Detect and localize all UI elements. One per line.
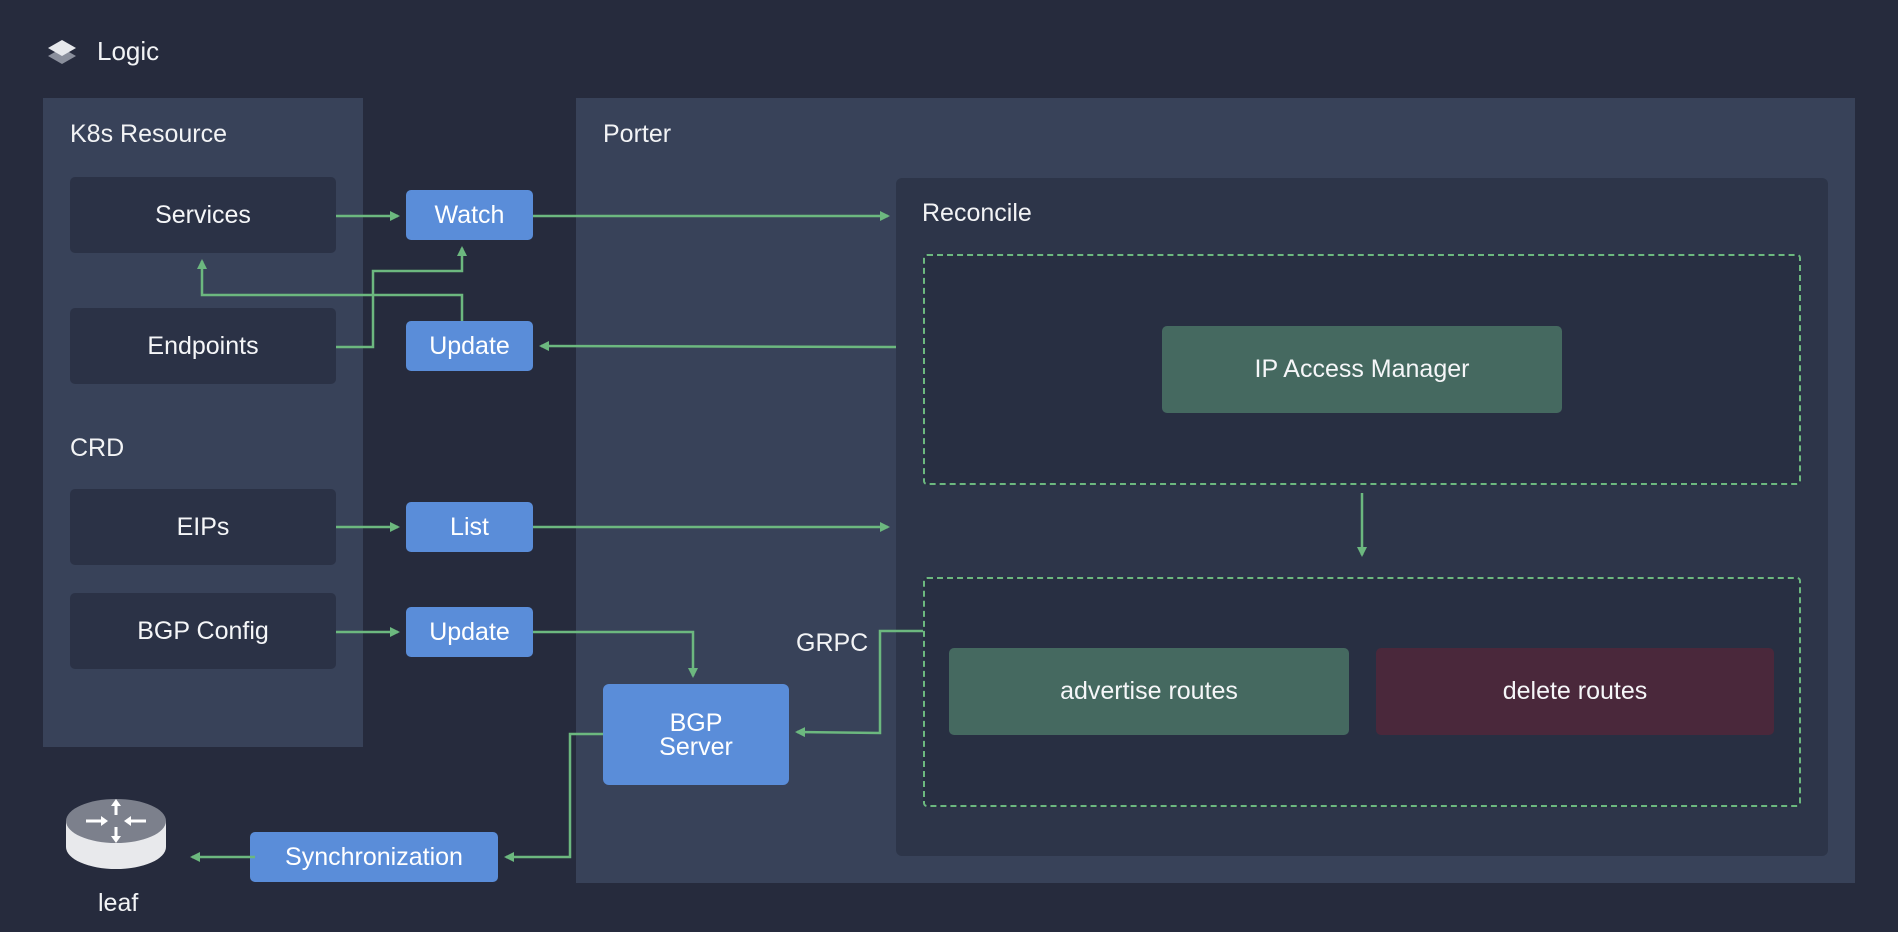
services-node[interactable]: Services — [70, 177, 336, 253]
layers-icon — [46, 38, 78, 68]
grpc-label: GRPC — [796, 629, 869, 657]
advertise-routes-node[interactable]: advertise routes — [949, 648, 1349, 735]
crd-title: CRD — [70, 434, 125, 462]
synchronization-button[interactable]: Synchronization — [250, 832, 498, 882]
page-title: Logic — [97, 36, 160, 66]
k8s-resource-title: K8s Resource — [70, 120, 228, 148]
watch-button[interactable]: Watch — [406, 190, 533, 240]
list-button[interactable]: List — [406, 502, 533, 552]
delete-routes-node[interactable]: delete routes — [1376, 648, 1774, 735]
bgp-config-node[interactable]: BGP Config — [70, 593, 336, 669]
bgp-server-label-line1: BGP — [669, 708, 723, 737]
endpoints-node[interactable]: Endpoints — [70, 308, 336, 384]
update-services-button[interactable]: Update — [406, 321, 533, 371]
bgp-server-node[interactable]: BGP Server — [603, 684, 789, 785]
update-bgp-button[interactable]: Update — [406, 607, 533, 657]
eips-node[interactable]: EIPs — [70, 489, 336, 565]
router-icon — [64, 795, 168, 873]
bgp-server-label-line2: Server — [659, 732, 733, 761]
reconcile-title: Reconcile — [922, 199, 1032, 227]
ip-access-manager-node[interactable]: IP Access Manager — [1162, 326, 1562, 413]
leaf-label: leaf — [98, 889, 139, 917]
porter-title: Porter — [603, 120, 672, 148]
